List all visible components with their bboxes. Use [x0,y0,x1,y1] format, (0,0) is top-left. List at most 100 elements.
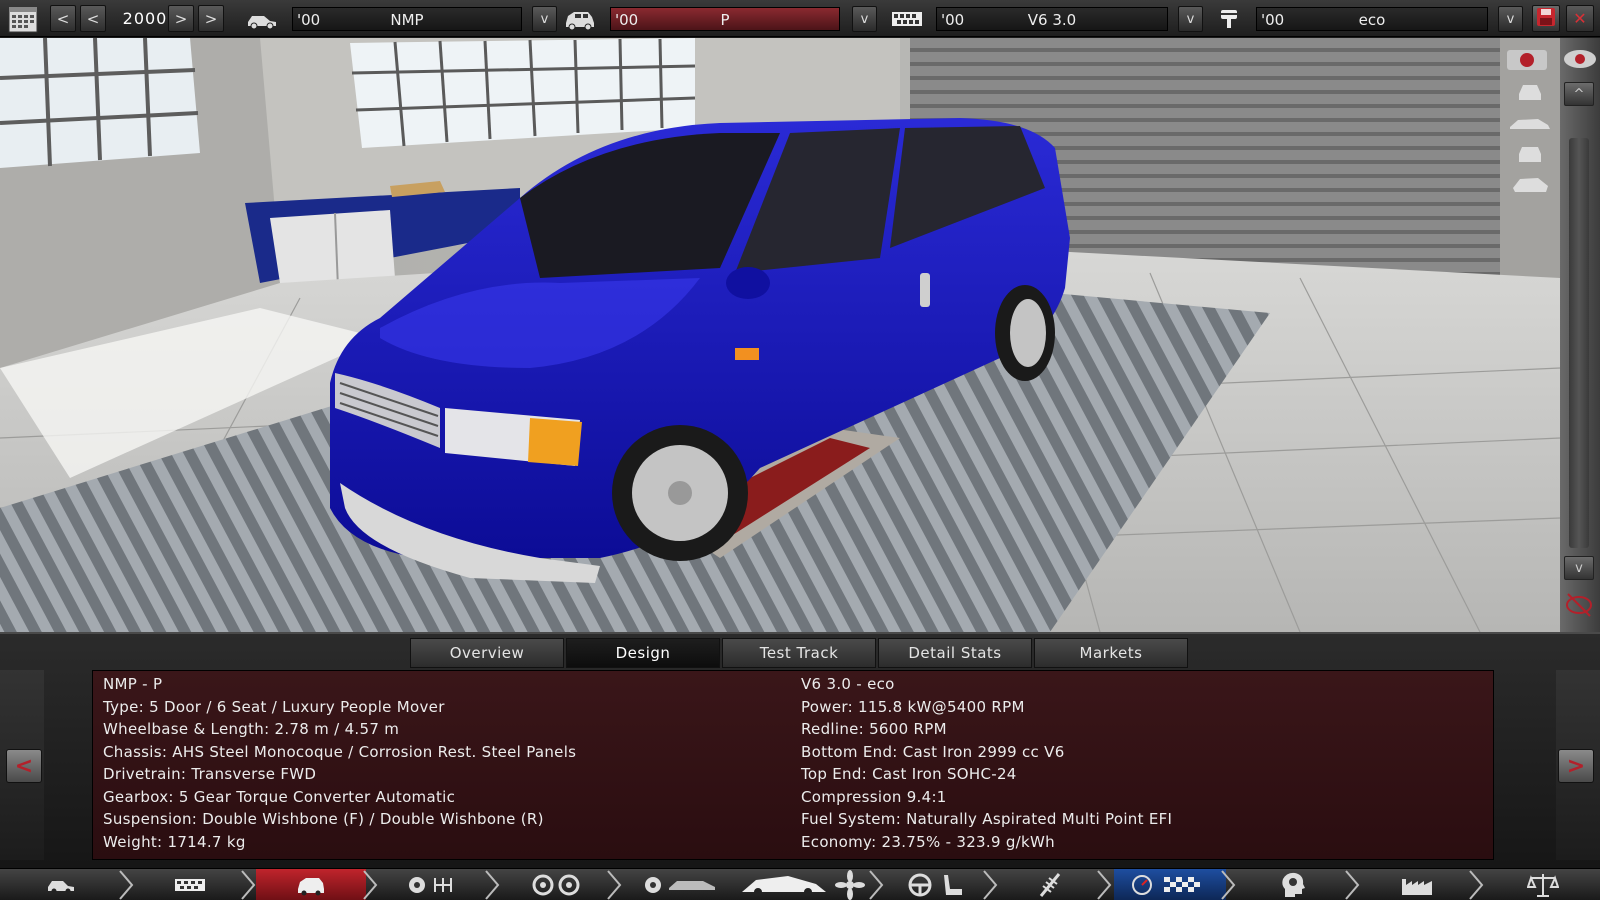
app-window: < < 2000 > > '00 NMP v '00 P v '00 V6 3.… [0,0,1600,900]
steering-seat-icon [908,873,962,897]
chevron-right-icon [119,870,134,900]
car-rear-view-icon[interactable] [1510,142,1550,166]
chevron-right-icon [241,870,256,900]
chevron-right-icon [607,870,622,900]
nav-engine-button[interactable] [380,869,490,900]
car-model-icon [244,4,280,33]
garage-3d-viewport[interactable] [0,38,1560,632]
engine-summary-column: V6 3.0 - eco Power: 115.8 kW@5400 RPM Re… [801,675,1461,855]
left-window [0,38,200,168]
model-dropdown-button[interactable]: v [532,6,557,32]
car-perspective-view-icon[interactable] [1508,172,1552,198]
tab-test-track[interactable]: Test Track [722,638,876,668]
nav-engineering-button[interactable] [1238,869,1348,900]
panel-prev-button[interactable]: < [6,749,42,783]
car-design-fan-icon [742,870,865,900]
tab-design[interactable]: Design [566,638,720,668]
year-next-button[interactable]: > [168,5,194,32]
suspension-icon [1039,873,1061,897]
car-drivetrain: Drivetrain: Transverse FWD [103,765,317,783]
car-title: NMP - P [103,675,163,693]
tab-overview[interactable]: Overview [410,638,564,668]
garage-scene [0,38,1560,632]
engine-variant-dropdown-button[interactable]: v [1498,6,1523,32]
tab-detail-stats[interactable]: Detail Stats [878,638,1032,668]
nav-wheels-button[interactable] [502,869,612,900]
close-icon: ✕ [1573,9,1587,28]
chevron-right-icon [363,870,378,900]
engine-redline: Redline: 5600 RPM [801,720,947,738]
gauge-flag-icon [1132,875,1200,895]
nav-suspension-button[interactable] [1000,869,1100,900]
engine-name: V6 3.0 [1027,11,1077,29]
trim-icon [562,4,598,33]
car-wheelbase-length: Wheelbase & Length: 2.78 m / 4.57 m [103,720,400,738]
engine-block-icon [890,4,924,33]
engine-economy: Economy: 23.75% - 323.9 g/kWh [801,832,1055,851]
nav-chassis-button[interactable] [136,869,244,900]
design-stage-nav [0,868,1600,900]
car-side-view-icon[interactable] [1506,112,1554,136]
car-suspension: Suspension: Double Wishbone (F) / Double… [103,810,544,828]
info-panel: Overview Design Test Track Detail Stats … [0,632,1600,868]
nav-design-button[interactable] [736,869,868,900]
engine-top-end: Top End: Cast Iron SOHC-24 [801,765,1017,783]
tab-bar: Overview Design Test Track Detail Stats … [410,638,1190,668]
chevron-right-icon [1469,870,1484,900]
hide-ui-icon[interactable] [1560,590,1598,620]
chassis-icon [175,879,205,891]
scroll-up-button[interactable]: ^ [1564,82,1594,106]
car-gearbox: Gearbox: 5 Gear Torque Converter Automat… [103,787,456,806]
eye-icon[interactable] [1560,44,1600,74]
engine-variant-selector[interactable]: '00 eco [1256,7,1488,31]
save-button[interactable] [1532,5,1560,32]
car-type: Type: 5 Door / 6 Seat / Luxury People Mo… [103,697,445,716]
model-name: NMP [390,11,424,29]
engine-power: Power: 115.8 kW@5400 RPM [801,697,1025,716]
chevron-right-icon [983,870,998,900]
camera-icon[interactable] [1505,44,1549,74]
piston-icon [1212,4,1246,33]
car-model-icon [48,881,74,894]
year-prev-button[interactable]: < [80,5,106,32]
nav-model-button[interactable] [0,869,122,900]
nav-factory-button[interactable] [1362,869,1472,900]
floppy-disk-icon [1536,7,1556,31]
top-toolbar: < < 2000 > > '00 NMP v '00 P v '00 V6 3.… [0,0,1600,37]
engine-dropdown-button[interactable]: v [1178,6,1203,32]
year-prev-fast-button[interactable]: < [50,5,76,32]
close-button[interactable]: ✕ [1566,5,1594,32]
chevron-right-icon [1221,870,1236,900]
engine-fuel-system: Fuel System: Naturally Aspirated Multi P… [801,810,1173,828]
engine-title: V6 3.0 - eco [801,675,895,693]
engine-gears-icon [409,877,452,893]
panel-next-button[interactable]: > [1558,749,1594,783]
chevron-right-icon [485,870,500,900]
chevron-right-icon [1345,870,1360,900]
car-weight: Weight: 1714.7 kg [103,832,246,851]
scroll-down-button[interactable]: v [1564,556,1594,580]
engine-selector[interactable]: '00 V6 3.0 [936,7,1168,31]
nav-interior-button[interactable] [886,869,986,900]
nav-trim-button[interactable] [256,869,366,900]
car-body-icon [645,877,715,893]
car-front-view-icon[interactable] [1510,80,1550,104]
nav-balance-button[interactable] [1486,869,1600,900]
trim-dropdown-button[interactable]: v [852,6,877,32]
engine-compression: Compression 9.4:1 [801,787,947,806]
nav-body-button[interactable] [624,869,734,900]
trim-selector[interactable]: '00 P [610,7,840,31]
tab-markets[interactable]: Markets [1034,638,1188,668]
wheels-icon [532,874,580,896]
design-summary: NMP - P Type: 5 Door / 6 Seat / Luxury P… [92,670,1494,860]
year-next-fast-button[interactable]: > [198,5,224,32]
head-mind-icon [1282,872,1305,897]
calendar-icon[interactable] [6,4,40,33]
chevron-right-icon [1097,870,1112,900]
nav-testing-button[interactable] [1114,869,1226,900]
model-selector[interactable]: '00 NMP [292,7,522,31]
scroll-track[interactable] [1569,138,1589,548]
car-summary-column: NMP - P Type: 5 Door / 6 Seat / Luxury P… [103,675,763,855]
engine-variant-name: eco [1358,11,1386,29]
trim-body-icon [298,878,324,896]
